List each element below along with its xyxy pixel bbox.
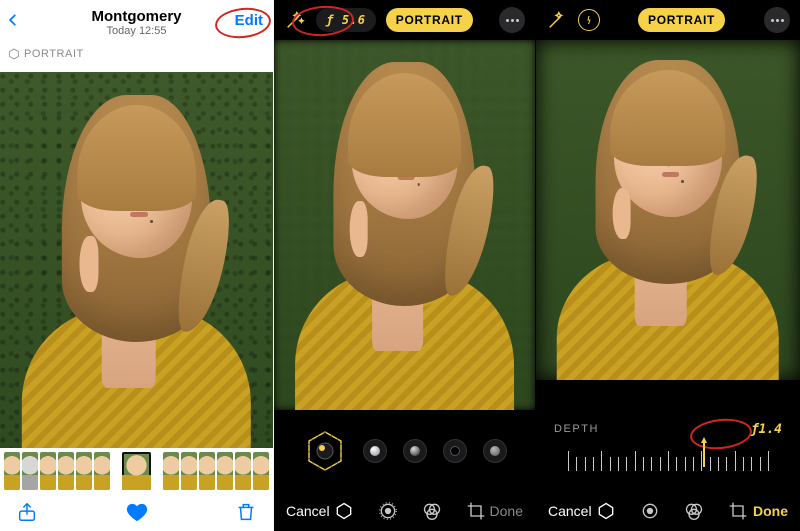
crop-tab-icon[interactable] [727,500,749,522]
thumbnail[interactable] [22,452,38,490]
thumbnail[interactable] [235,452,251,490]
depth-readout: DEPTH ƒ1.4 [536,417,800,441]
album-title: Montgomery [92,8,182,25]
more-icon[interactable] [499,7,525,33]
title-block: Montgomery Today 12:55 [92,8,182,37]
auto-enhance-icon[interactable] [284,9,306,31]
favorite-icon[interactable] [126,501,148,523]
slider-ticks [568,445,768,471]
lighting-mode-icon[interactable] [363,439,387,463]
aperture-value: ƒ 5.6 [326,13,366,27]
thumbnail[interactable] [76,452,92,490]
photo-preview[interactable] [0,72,273,448]
thumbnail[interactable] [58,452,74,490]
done-button[interactable]: Done [753,503,788,519]
editor-bottombar: Cancel Done [274,491,535,531]
thumbnail-selected[interactable] [122,452,152,490]
navbar: Montgomery Today 12:55 Edit [0,0,273,44]
photo-edit-preview[interactable] [536,40,800,380]
thumbnail[interactable] [163,452,179,490]
share-icon[interactable] [16,501,38,523]
done-button[interactable]: Done [490,503,523,519]
cancel-button[interactable]: Cancel [548,503,592,519]
thumbnail[interactable] [4,452,20,490]
bottom-toolbar [0,493,273,531]
editor-depth-screen: PORTRAIT DEPTH ƒ1.4 [536,0,800,531]
auto-enhance-icon[interactable] [546,9,568,31]
photos-viewer-screen: Montgomery Today 12:55 Edit PORTRAIT [0,0,274,531]
slider-indicator-icon[interactable] [701,437,707,443]
thumbnail[interactable] [40,452,56,490]
thumbnail[interactable] [94,452,110,490]
portrait-mode-label: PORTRAIT [24,48,84,60]
lighting-mode-carousel[interactable] [274,415,535,487]
cancel-button[interactable]: Cancel [286,503,330,519]
adjust-tab-icon[interactable] [639,500,661,522]
timestamp: Today 12:55 [92,25,182,37]
more-icon[interactable] [764,7,790,33]
portrait-label: PORTRAIT [648,13,715,27]
editor-topbar: ƒ 5.6 PORTRAIT [274,0,535,40]
portrait-badge[interactable]: PORTRAIT [638,8,725,32]
thumbnail[interactable] [217,452,233,490]
edit-button[interactable]: Edit [235,12,263,29]
lighting-mode-icon[interactable] [483,439,507,463]
filters-tab-icon[interactable] [421,500,443,522]
back-button[interactable] [6,9,20,37]
depth-slider[interactable] [536,445,800,479]
trash-icon[interactable] [235,501,257,523]
crop-tab-icon[interactable] [465,500,487,522]
thumbnail[interactable] [181,452,197,490]
portrait-badge[interactable]: PORTRAIT [386,8,473,32]
editor-tool-tabs [595,500,749,522]
photo-edit-preview[interactable] [274,40,535,410]
aperture-ring-icon[interactable] [578,9,600,31]
portrait-tab-icon[interactable] [595,500,617,522]
adjust-tab-icon[interactable] [377,500,399,522]
thumbnail[interactable] [199,452,215,490]
portrait-tab-icon[interactable] [333,500,355,522]
lighting-mode-icon[interactable] [443,439,467,463]
editor-lighting-screen: ƒ 5.6 PORTRAIT [274,0,536,531]
thumbnail-strip[interactable] [0,449,273,493]
depth-label: DEPTH [554,423,599,435]
aperture-button[interactable]: ƒ 5.6 [316,8,376,32]
editor-topbar: PORTRAIT [536,0,800,40]
portrait-mode-badge: PORTRAIT [8,48,84,60]
filters-tab-icon[interactable] [683,500,705,522]
thumbnail[interactable] [253,452,269,490]
lighting-mode-icon[interactable] [403,439,427,463]
portrait-label: PORTRAIT [396,13,463,27]
lighting-mode-natural-icon[interactable] [303,429,347,473]
editor-tool-tabs [333,500,487,522]
depth-value: ƒ1.4 [751,422,782,437]
editor-bottombar: Cancel Done [536,491,800,531]
